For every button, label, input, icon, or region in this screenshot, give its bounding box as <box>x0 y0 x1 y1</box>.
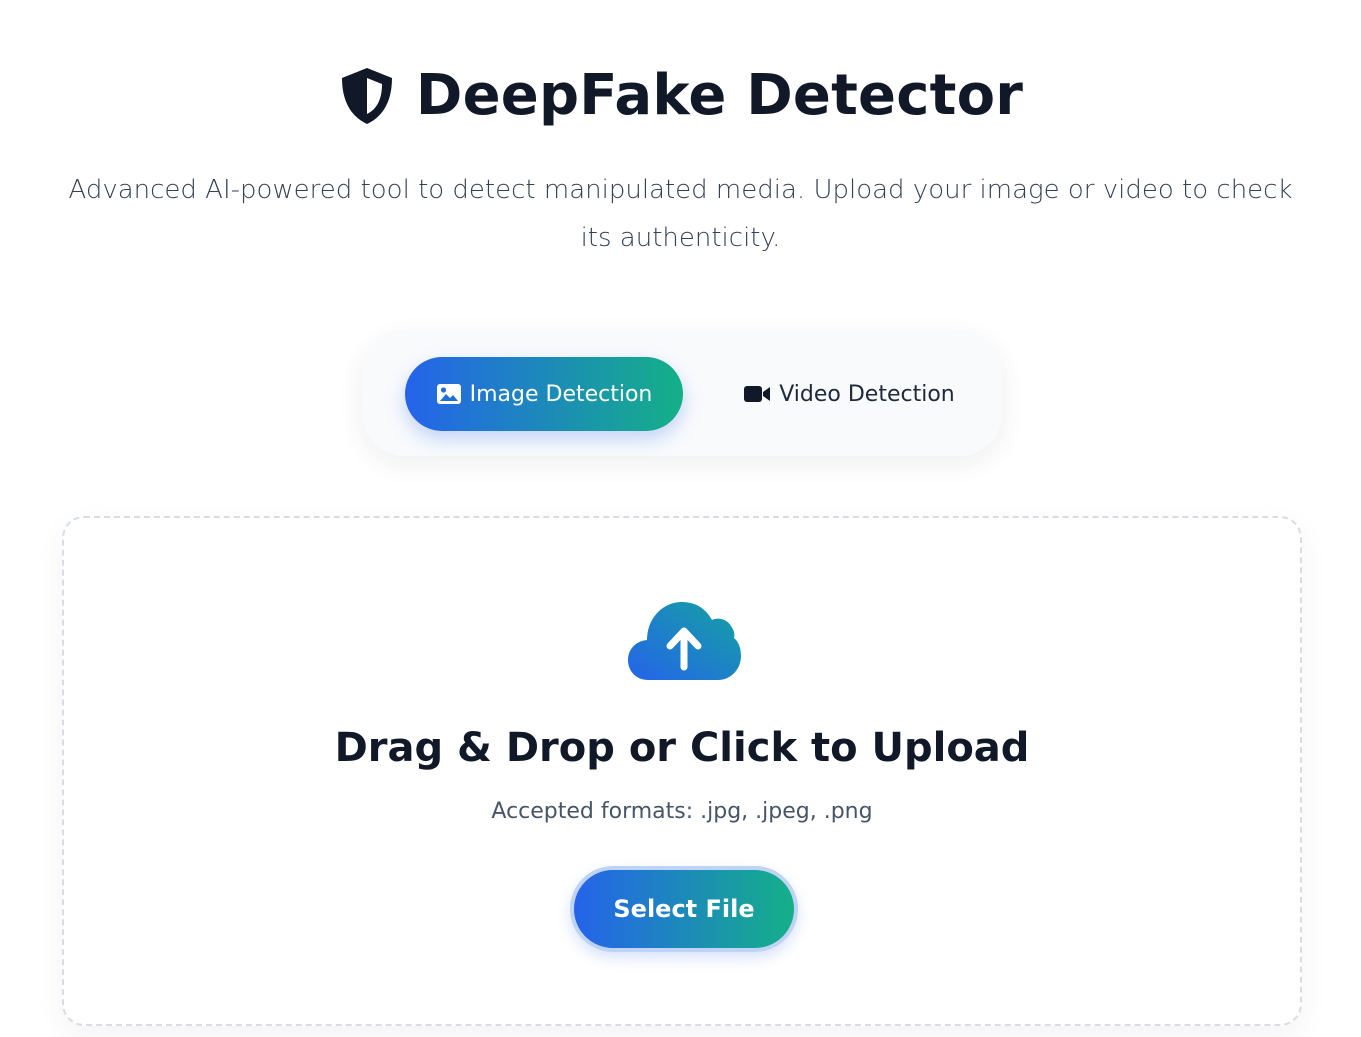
image-icon <box>436 384 461 404</box>
page-title: DeepFake Detector <box>415 63 1024 128</box>
shield-icon <box>341 68 392 124</box>
cloud-upload-icon <box>628 602 741 680</box>
header: DeepFake Detector <box>0 56 1361 136</box>
tab-image-detection[interactable]: Image Detection <box>405 357 683 431</box>
upload-title: Drag & Drop or Click to Upload <box>334 725 1030 771</box>
detection-mode-tabs: Image Detection Video Detection <box>362 330 1002 456</box>
tab-video-detection-label: Video Detection <box>779 381 955 407</box>
tab-video-detection[interactable]: Video Detection <box>734 357 964 431</box>
tab-image-detection-label: Image Detection <box>469 381 653 407</box>
page-subtitle: Advanced AI-powered tool to detect manip… <box>68 175 1293 253</box>
deepfake-detector-page: DeepFake Detector Advanced AI-powered to… <box>0 0 1361 1037</box>
video-camera-icon <box>744 386 771 402</box>
accepted-formats: Accepted formats: .jpg, .jpeg, .png <box>491 799 873 824</box>
select-file-button[interactable]: Select File <box>570 866 798 952</box>
upload-dropzone[interactable]: Drag & Drop or Click to Upload Accepted … <box>62 516 1302 1026</box>
